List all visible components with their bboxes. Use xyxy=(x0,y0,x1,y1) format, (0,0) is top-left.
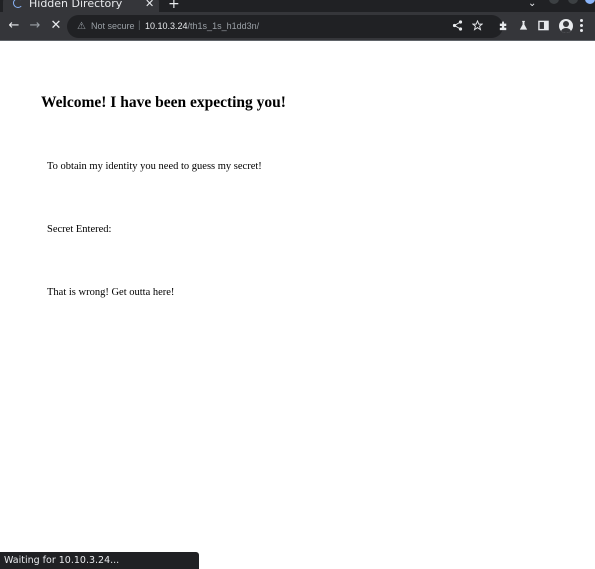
url-text[interactable]: 10.10.3.24/th1s_1s_h1dd3n/ xyxy=(145,21,259,32)
page-heading: Welcome! I have been expecting you! xyxy=(41,94,286,111)
security-label[interactable]: Not secure xyxy=(91,21,135,32)
extensions-icon[interactable] xyxy=(498,20,509,35)
maximize-button[interactable] xyxy=(568,0,578,4)
url-host: 10.10.3.24 xyxy=(145,21,188,31)
side-panel-icon[interactable] xyxy=(538,20,549,35)
stop-button[interactable]: ✕ xyxy=(48,18,64,34)
menu-icon[interactable] xyxy=(580,19,584,33)
tab-title: Hidden Directory xyxy=(29,0,123,10)
intro-text: To obtain my identity you need to guess … xyxy=(47,161,262,172)
star-icon[interactable] xyxy=(471,19,484,35)
browser-toolbar: ← → ✕ ⚠ Not secure | 10.10.3.24/th1s_1s_… xyxy=(0,12,595,41)
close-window-button[interactable] xyxy=(585,0,595,4)
back-button[interactable]: ← xyxy=(6,18,22,34)
share-icon[interactable] xyxy=(452,20,463,35)
status-bubble: Waiting for 10.10.3.24... xyxy=(0,552,199,569)
forward-button[interactable]: → xyxy=(27,18,43,34)
minimize-button[interactable] xyxy=(549,0,559,4)
favicon-icon xyxy=(13,0,23,8)
new-tab-button[interactable]: + xyxy=(168,0,180,11)
address-bar[interactable]: ⚠ Not secure | 10.10.3.24/th1s_1s_h1dd3n… xyxy=(67,15,503,38)
tab-close-button[interactable]: ✕ xyxy=(145,0,154,10)
page-content: Welcome! I have been expecting you! To o… xyxy=(0,42,595,569)
tab-strip: Hidden Directory ✕ + ⌄ xyxy=(0,0,595,12)
url-separator: | xyxy=(138,20,141,31)
tab-hidden-directory[interactable]: Hidden Directory ✕ xyxy=(3,0,159,12)
secret-entered-label: Secret Entered: xyxy=(47,224,112,235)
warning-icon[interactable]: ⚠ xyxy=(77,21,86,32)
url-path: /th1s_1s_h1dd3n/ xyxy=(187,21,260,31)
labs-icon[interactable] xyxy=(518,20,529,35)
result-message: That is wrong! Get outta here! xyxy=(47,287,175,298)
tab-search-button[interactable]: ⌄ xyxy=(528,0,536,11)
profile-icon[interactable] xyxy=(559,19,573,33)
